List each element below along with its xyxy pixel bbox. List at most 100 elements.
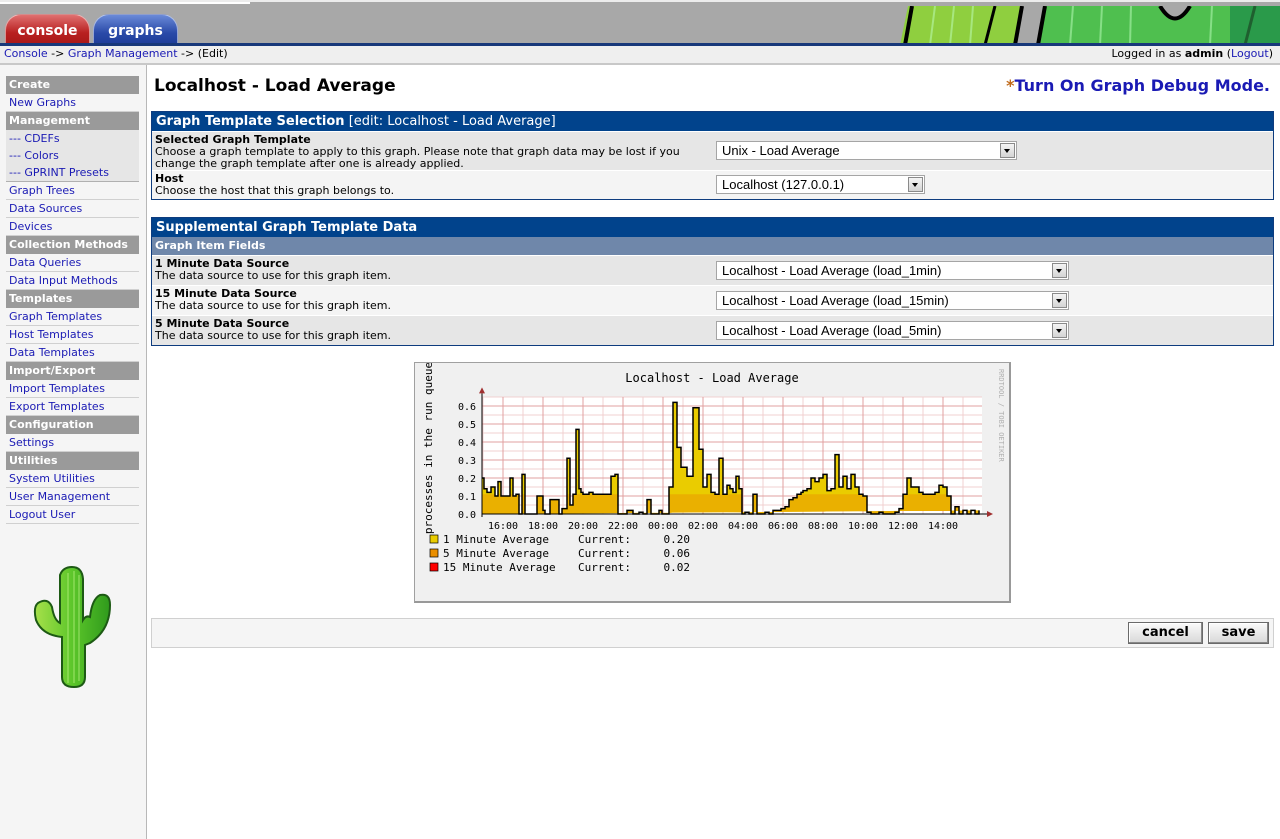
sidebar-item-label[interactable]: Data Queries [9,256,81,269]
breadcrumb-current: (Edit) [197,47,228,60]
sidebar-item-label[interactable]: Logout User [9,508,75,521]
graph-item-fields-subheader: Graph Item Fields [152,237,1273,255]
cactus-banner-image [890,6,1280,45]
sidebar-item-label[interactable]: Settings [9,436,54,449]
sidebar-item-new-graphs[interactable]: New Graphs [6,94,139,112]
y-tick-label: 0.4 [458,438,476,449]
breadcrumb-graph-management[interactable]: Graph Management [68,47,178,60]
sidebar-item-label[interactable]: Data Templates [9,346,95,359]
sidebar-item-host-templates[interactable]: Host Templates [6,326,139,344]
sidebar-item-gprint-presets[interactable]: --- GPRINT Presets [6,164,139,182]
sidebar-item-label[interactable]: --- CDEFs [9,132,60,145]
debug-star: * [1006,76,1015,95]
y-tick-label: 0.0 [458,510,476,521]
graph-preview: 0.0 0.1 0.2 0.3 0.4 0.5 0.6 16:00 18:00 20:00 22:0… [414,362,1011,603]
page-title: Localhost - Load Average [154,76,396,96]
sidebar-item-label[interactable]: Host Templates [9,328,93,341]
host-row: Host Choose the host that this graph belo… [152,170,1273,199]
data-source-label-wrap: 1 Minute Data Source The data source to u… [152,256,698,284]
load-average-chart: 0.0 0.1 0.2 0.3 0.4 0.5 0.6 16:00 18:00 20:00 22:0… [422,363,1005,574]
sidebar-item-data-templates[interactable]: Data Templates [6,344,139,362]
chevron-down-icon[interactable] [1052,323,1067,338]
chart-title: Localhost - Load Average [625,371,798,385]
sidebar-item-cdefs[interactable]: --- CDEFs [6,130,139,147]
host-select[interactable]: Localhost (127.0.0.1) [716,175,925,194]
chevron-down-icon[interactable] [1052,263,1067,278]
panel-header-title: Supplemental Graph Template Data [156,220,418,235]
chevron-down-icon[interactable] [908,177,923,192]
load-15min-select[interactable]: Localhost - Load Average (load_15min) [716,291,1069,310]
sidebar-item-label[interactable]: Graph Templates [9,310,102,323]
sidebar-item-data-input-methods[interactable]: Data Input Methods [6,272,139,290]
select-value: Localhost - Load Average (load_1min) [722,263,942,278]
x-tick-label: 06:00 [768,521,798,532]
sidebar-item-label[interactable]: User Management [9,490,110,503]
select-value: Localhost (127.0.0.1) [722,177,845,192]
sidebar-item-devices[interactable]: Devices [6,218,139,236]
graph-template-selection-panel: Graph Template Selection [edit: Localhos… [151,111,1274,200]
x-tick-label: 18:00 [528,521,558,532]
data-source-label-wrap: 5 Minute Data Source The data source to u… [152,316,698,344]
select-value: Unix - Load Average [722,143,840,158]
sidebar-item-label[interactable]: System Utilities [9,472,95,485]
cactus-logo [33,565,112,689]
legend-swatch [429,562,439,572]
field-description: The data source to use for this graph it… [155,329,391,342]
sidebar-item-label[interactable]: Export Templates [9,400,104,413]
logout-link[interactable]: Logout [1231,47,1269,60]
sidebar-item-label[interactable]: Data Sources [9,202,82,215]
legend-current-label: Current: [578,561,631,574]
cancel-button[interactable]: cancel [1128,622,1203,644]
data-source-row: 5 Minute Data Source The data source to u… [152,315,1273,345]
x-tick-label: 20:00 [568,521,598,532]
sidebar-item-graph-templates[interactable]: Graph Templates [6,308,139,326]
form-actions-bar: cancel save [151,618,1274,648]
breadcrumb-separator: -> [47,47,68,60]
sidebar-item-data-queries[interactable]: Data Queries [6,254,139,272]
panel-header-title: Graph Template Selection [156,114,345,129]
legend-label: 1 Minute Average [443,533,549,546]
graph-template-select[interactable]: Unix - Load Average [716,141,1017,160]
tab-console[interactable]: console [5,14,90,45]
x-tick-label: 16:00 [488,521,518,532]
sidebar-section-create: Create [6,76,139,94]
debug-mode-link[interactable]: *Turn On Graph Debug Mode. [1006,76,1270,95]
chevron-down-icon[interactable] [1052,293,1067,308]
sidebar-item-label[interactable]: Import Templates [9,382,105,395]
sidebar-item-label[interactable]: --- GPRINT Presets [9,166,109,179]
legend-current-label: Current: [578,533,631,546]
legend-label: 15 Minute Average [443,561,556,574]
sidebar-item-import-templates[interactable]: Import Templates [6,380,139,398]
load-1min-select[interactable]: Localhost - Load Average (load_1min) [716,261,1069,280]
sidebar-item-label[interactable]: Graph Trees [9,184,75,197]
sidebar-item-system-utilities[interactable]: System Utilities [6,470,139,488]
x-tick-label: 12:00 [888,521,918,532]
sidebar: CreateNew GraphsManagementGraph Manageme… [0,65,657,839]
save-button[interactable]: save [1208,622,1269,644]
sidebar-item-colors[interactable]: --- Colors [6,147,139,164]
sidebar-item-data-sources[interactable]: Data Sources [6,200,139,218]
sidebar-item-label[interactable]: --- Colors [9,149,59,162]
sidebar-item-logout-user[interactable]: Logout User [6,506,139,524]
sidebar-item-settings[interactable]: Settings [6,434,139,452]
breadcrumb-console[interactable]: Console [4,47,48,60]
sidebar-item-graph-trees[interactable]: Graph Trees [6,182,139,200]
sidebar-item-label[interactable]: New Graphs [9,96,76,109]
sidebar-item-label[interactable]: Devices [9,220,52,233]
breadcrumb: Console -> Graph Management -> (Edit) [4,47,228,60]
selected-graph-template-label-wrap: Selected Graph Template Choose a graph te… [152,132,698,172]
debug-mode-text[interactable]: Turn On Graph Debug Mode. [1015,76,1271,95]
login-prefix: Logged in as [1111,47,1185,60]
chevron-down-icon[interactable] [1000,143,1015,158]
panel-header: Graph Template Selection [edit: Localhos… [152,112,1273,131]
legend-swatch [429,534,439,544]
x-tick-label: 02:00 [688,521,718,532]
top-line [0,2,250,4]
sidebar-item-user-management[interactable]: User Management [6,488,139,506]
load-5min-select[interactable]: Localhost - Load Average (load_5min) [716,321,1069,340]
sidebar-item-export-templates[interactable]: Export Templates [6,398,139,416]
sidebar-item-label[interactable]: Data Input Methods [9,274,118,287]
y-axis-label: processes in the run queue [422,363,435,534]
legend-current-value: 0.20 [664,533,691,546]
tab-graphs[interactable]: graphs [93,14,178,45]
